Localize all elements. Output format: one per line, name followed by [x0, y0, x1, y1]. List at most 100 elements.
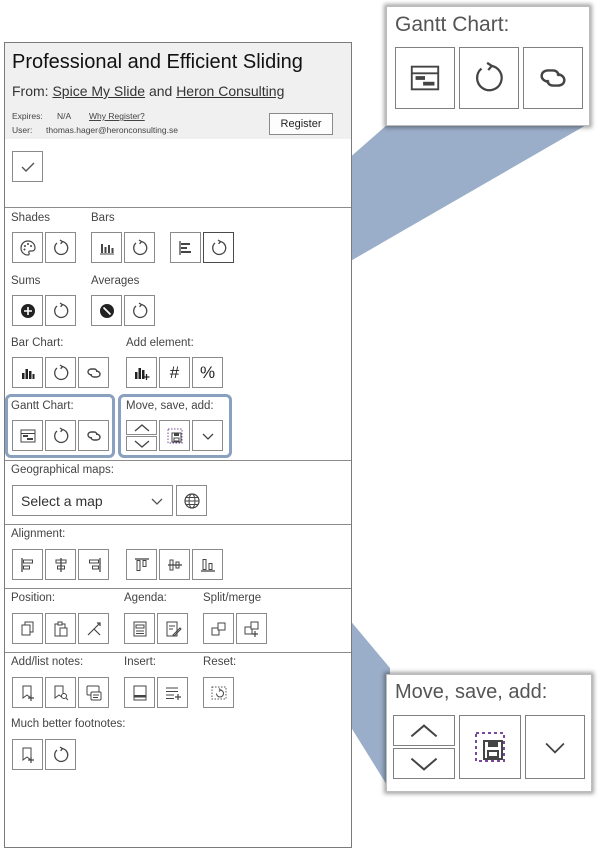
percent-icon: % [199, 362, 216, 382]
insert-list-button[interactable] [157, 677, 188, 708]
align-center-button[interactable] [45, 549, 76, 580]
zoom-move-title: Move, save, add: [395, 681, 548, 703]
bars-label: Bars [91, 212, 115, 224]
checkmark-button[interactable] [12, 151, 43, 182]
footnote-reset-button[interactable] [45, 739, 76, 770]
divider [5, 460, 351, 461]
align-middle-button[interactable] [159, 549, 190, 580]
add-note-button[interactable] [12, 677, 43, 708]
add-number-button[interactable]: # [159, 357, 190, 388]
header: Professional and Efficient Sliding From:… [5, 43, 351, 139]
spice-my-slide-link[interactable]: Spice My Slide [52, 83, 145, 99]
geo-maps-label: Geographical maps: [11, 464, 114, 476]
horizontal-bars-button[interactable] [170, 232, 201, 263]
agenda-button[interactable] [124, 613, 155, 644]
link-icon [540, 69, 566, 87]
horizontal-bars-reset-button[interactable] [203, 232, 234, 263]
average-circle-icon [99, 303, 114, 318]
map-select[interactable]: Select a map [12, 485, 173, 516]
column-chart-icon [21, 368, 34, 379]
sums-add-button[interactable] [12, 295, 43, 326]
refresh-icon [476, 61, 503, 92]
register-button[interactable]: Register [269, 113, 333, 135]
shades-reset-button[interactable] [45, 232, 76, 263]
align-bottom-button[interactable] [192, 549, 223, 580]
zoom-gantt-reset-button[interactable] [459, 47, 519, 109]
agenda-edit-button[interactable] [157, 613, 188, 644]
align-top-button[interactable] [126, 549, 157, 580]
agenda-label: Agenda: [124, 592, 167, 604]
find-note-icon [54, 685, 68, 700]
list-notes-button[interactable] [78, 677, 109, 708]
add-bar-element-button[interactable] [126, 357, 157, 388]
insert-footer-button[interactable] [124, 677, 155, 708]
reset-slide-button[interactable] [203, 677, 234, 708]
divider [5, 207, 351, 208]
bar-chart-reset-button[interactable] [45, 357, 76, 388]
refresh-icon [53, 363, 68, 380]
zoom-gantt-chart-button[interactable] [395, 47, 455, 109]
split-button[interactable] [203, 613, 234, 644]
refresh-icon [53, 301, 68, 318]
split-merge-label: Split/merge [203, 592, 262, 604]
averages-add-button[interactable] [91, 295, 122, 326]
zoom-move-down-button[interactable] [393, 748, 455, 779]
find-note-button[interactable] [45, 677, 76, 708]
divider [5, 588, 351, 589]
sums-reset-button[interactable] [45, 295, 76, 326]
copy-position-button[interactable] [12, 613, 43, 644]
shades-palette-button[interactable] [12, 232, 43, 263]
paste-position-button[interactable] [45, 613, 76, 644]
zoom-save-button[interactable] [459, 715, 521, 779]
refresh-icon [53, 745, 68, 762]
zoom-move-up-button[interactable] [393, 715, 455, 746]
expires-label: Expires: [12, 111, 43, 121]
bar-chart-icon [99, 243, 114, 254]
add-footnote-button[interactable] [12, 739, 43, 770]
paste-icon [54, 621, 67, 636]
insert-footer-icon [133, 685, 146, 700]
from-line: From: Spice My Slide and Heron Consultin… [12, 83, 284, 99]
chevron-up-icon [410, 723, 438, 737]
divider [5, 524, 351, 525]
bar-chart-button[interactable] [12, 357, 43, 388]
checkmark-icon [21, 162, 34, 172]
divider [5, 652, 351, 653]
swap-position-button[interactable] [78, 613, 109, 644]
refresh-icon [53, 238, 68, 255]
bars-chart-button[interactable] [91, 232, 122, 263]
footnotes-label: Much better footnotes: [11, 718, 126, 730]
chevron-down-icon [545, 742, 565, 754]
why-register-link[interactable]: Why Register? [89, 111, 145, 121]
expires-value: N/A [57, 111, 72, 121]
bar-chart-link-button[interactable] [78, 357, 109, 388]
zoom-more-options-button[interactable] [525, 715, 585, 779]
list-notes-icon [86, 685, 101, 700]
gantt-highlight [5, 394, 115, 458]
chevron-down-icon [151, 498, 163, 505]
zoom-gantt-link-button[interactable] [523, 47, 583, 109]
averages-reset-button[interactable] [124, 295, 155, 326]
gantt-icon [410, 65, 440, 91]
averages-label: Averages [91, 275, 140, 287]
refresh-icon [132, 301, 147, 318]
heron-consulting-link[interactable]: Heron Consulting [176, 83, 284, 99]
chevron-down-icon [410, 757, 438, 771]
align-left-button[interactable] [12, 549, 43, 580]
merge-icon [244, 621, 258, 637]
globe-button[interactable] [176, 485, 207, 516]
move-zoom-callout: Move, save, add: [386, 674, 592, 792]
merge-button[interactable] [236, 613, 267, 644]
align-right-button[interactable] [78, 549, 109, 580]
zoom-gantt-title: Gantt Chart: [395, 13, 510, 36]
alignment-label: Alignment: [11, 528, 66, 540]
bar-chart-label: Bar Chart: [11, 337, 64, 349]
addin-title: Professional and Efficient Sliding [12, 51, 303, 73]
from-and: and [148, 83, 173, 99]
bars-reset-button[interactable] [124, 232, 155, 263]
palette-icon [19, 239, 36, 256]
align-right-icon [88, 557, 101, 572]
add-element-label: Add element: [126, 337, 194, 349]
add-percent-button[interactable]: % [192, 357, 223, 388]
add-footnote-icon [22, 747, 34, 763]
